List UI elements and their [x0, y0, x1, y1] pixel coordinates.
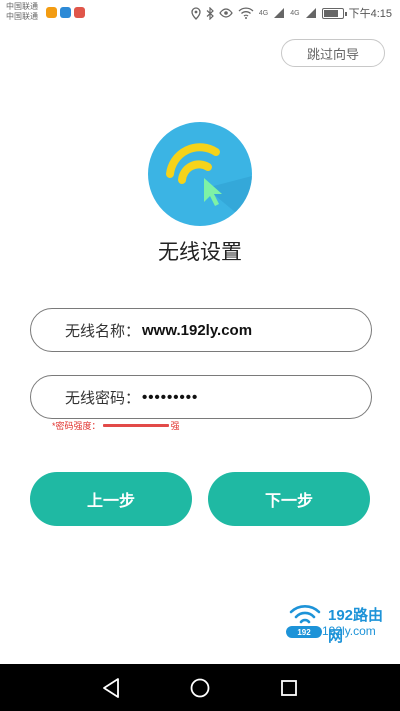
password-label: 无线密码： [65, 389, 141, 407]
notification-icons [46, 7, 85, 18]
recent-apps-icon[interactable] [276, 675, 302, 701]
strength-level: 强 [170, 420, 180, 431]
skip-wizard-button[interactable]: 跳过向导 [281, 39, 385, 67]
ssid-label: 无线名称： [65, 322, 141, 340]
network-type-1: 4G [258, 9, 269, 17]
previous-step-button[interactable]: 上一步 [30, 472, 192, 526]
status-bar: 中国联通 中国联通 4G 4G 下午4:15 [0, 0, 400, 26]
wifi-icon [238, 7, 254, 19]
wifi-watermark-icon [289, 605, 321, 624]
home-icon[interactable] [187, 675, 213, 701]
ssid-field[interactable]: 无线名称： www.192ly.com [30, 308, 372, 352]
back-icon[interactable] [98, 675, 124, 701]
battery-icon [321, 7, 347, 19]
location-icon [191, 6, 201, 20]
carrier-name-2: 中国联通 [6, 12, 38, 21]
strength-bar-fill [102, 423, 169, 427]
carrier-info: 中国联通 中国联通 [6, 2, 38, 22]
network-type-2: 4G [290, 9, 300, 17]
strength-bar [102, 423, 169, 427]
status-time: 下午4:15 [348, 8, 392, 20]
carrier-name-1: 中国联通 [6, 2, 38, 11]
navigation-bar [0, 664, 400, 711]
signal-icon [305, 8, 316, 18]
wifi-setup-logo-graphic [166, 143, 252, 226]
password-field[interactable]: 无线密码： ••••••••• [30, 375, 372, 419]
next-step-button[interactable]: 下一步 [208, 472, 370, 526]
system-status: 4G 4G 下午4:15 [191, 5, 392, 21]
watermark-badge: 192 [286, 626, 322, 638]
game-icon [74, 7, 85, 18]
watermark-url: 192ly.com [322, 624, 376, 638]
eye-icon [219, 8, 233, 18]
signal-icon [274, 8, 285, 18]
telegram-icon [60, 7, 71, 18]
strength-label: *密码强度： [52, 420, 101, 431]
password-strength: *密码强度： 强 [52, 419, 180, 431]
page-title: 无线设置 [158, 241, 242, 264]
watermark: 192路由网 192 192ly.com [286, 602, 398, 645]
weibo-icon [46, 7, 57, 18]
bluetooth-icon [206, 6, 214, 20]
password-value[interactable]: ••••••••• [142, 389, 198, 406]
wifi-setup-logo-icon [148, 122, 252, 226]
ssid-value[interactable]: www.192ly.com [142, 322, 252, 339]
